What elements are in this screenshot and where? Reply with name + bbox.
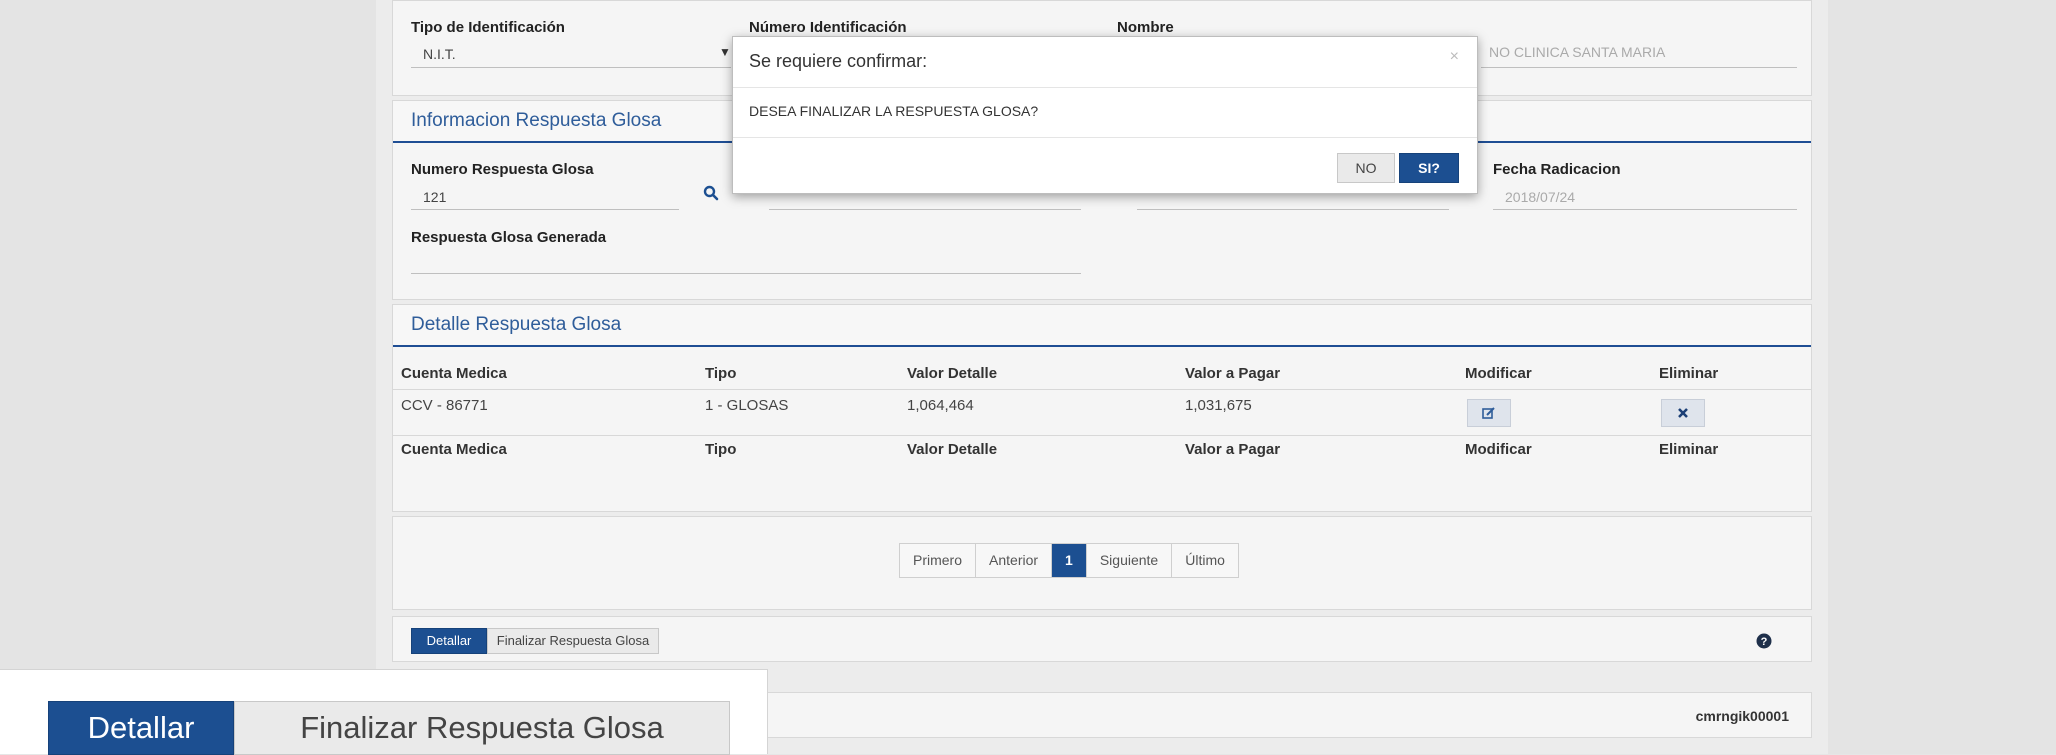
footer-header-valor-detalle: Valor Detalle [907,441,998,458]
dialog-divider [733,137,1477,138]
delete-button[interactable] [1661,399,1705,427]
numero-respuesta-glosa-input[interactable]: 121 [423,189,446,205]
zoom-inset: Detallar Finalizar Respuesta Glosa [0,669,768,755]
pagination-last[interactable]: Último [1172,544,1238,577]
row-separator [393,435,1811,436]
tipo-identificacion-underline [411,67,731,68]
footer-header-modificar: Modificar [1465,441,1532,458]
nombre-field[interactable]: NO CLINICA SANTA MARIA [1489,44,1665,60]
actions-panel: Detallar Finalizar Respuesta Glosa ? [392,616,1812,662]
yes-button[interactable]: SI? [1399,153,1459,183]
no-button[interactable]: NO [1337,153,1395,183]
help-icon[interactable]: ? [1756,633,1772,649]
nombre-label: Nombre [1117,19,1174,36]
cell-valor-detalle: 1,064,464 [907,397,974,414]
dialog-title: Se requiere confirmar: [749,51,928,71]
footer-header-tipo: Tipo [705,441,737,458]
field-underline [769,209,1081,210]
confirm-dialog: Se requiere confirmar: × DESEA FINALIZAR… [732,36,1478,194]
pagination-next[interactable]: Siguiente [1087,544,1173,577]
edit-button[interactable] [1467,399,1511,427]
dialog-divider [733,87,1477,88]
generada-underline [411,273,1081,274]
pagination: Primero Anterior 1 Siguiente Último [899,543,1239,578]
footer-header-cuenta: Cuenta Medica [401,441,507,458]
close-icon[interactable]: × [1450,48,1459,66]
finalizar-respuesta-glosa-button[interactable]: Finalizar Respuesta Glosa [487,628,659,654]
pagination-panel: Primero Anterior 1 Siguiente Último [392,516,1812,610]
detallar-button-zoomed[interactable]: Detallar [48,701,234,755]
column-header-tipo: Tipo [705,365,737,382]
column-header-valor-pagar: Valor a Pagar [1185,365,1281,382]
panel-title: Detalle Respuesta Glosa [393,305,1811,347]
tipo-identificacion-select[interactable]: N.I.T. [423,46,456,62]
column-header-cuenta: Cuenta Medica [401,365,507,382]
cell-cuenta: CCV - 86771 [401,397,488,414]
user-code: cmrngik00001 [1695,708,1789,724]
footer-header-eliminar: Eliminar [1659,441,1719,458]
respuesta-glosa-generada-label: Respuesta Glosa Generada [411,229,607,246]
pagination-prev[interactable]: Anterior [976,544,1053,577]
pagination-page-1[interactable]: 1 [1052,544,1087,577]
close-icon [1678,408,1688,418]
search-icon[interactable] [703,185,719,201]
fecha-radicacion-label: Fecha Radicacion [1493,161,1621,178]
finalizar-button-zoomed[interactable]: Finalizar Respuesta Glosa [234,701,730,755]
chevron-down-icon[interactable]: ▼ [719,45,731,59]
dialog-message: DESEA FINALIZAR LA RESPUESTA GLOSA? [749,103,1039,119]
cell-tipo: 1 - GLOSAS [705,397,789,414]
numero-respuesta-glosa-label: Numero Respuesta Glosa [411,161,594,178]
cell-valor-pagar: 1,031,675 [1185,397,1252,414]
column-header-modificar: Modificar [1465,365,1532,382]
tipo-identificacion-label: Tipo de Identificación [411,19,565,36]
row-separator [393,389,1811,390]
fecha-radicacion-field[interactable]: 2018/07/24 [1505,189,1575,205]
field-underline [1137,209,1449,210]
column-header-valor-detalle: Valor Detalle [907,365,998,382]
detallar-button[interactable]: Detallar [411,628,487,654]
column-header-eliminar: Eliminar [1659,365,1719,382]
footer-header-valor-pagar: Valor a Pagar [1185,441,1281,458]
svg-text:?: ? [1761,636,1768,648]
nombre-underline [1481,67,1797,68]
pagination-first[interactable]: Primero [900,544,977,577]
fecha-underline [1493,209,1797,210]
numero-identificacion-label: Número Identificación [749,19,907,36]
edit-icon [1482,407,1495,419]
detalle-respuesta-glosa-panel: Detalle Respuesta Glosa Cuenta Medica Ti… [392,304,1812,512]
numero-underline [411,209,679,210]
